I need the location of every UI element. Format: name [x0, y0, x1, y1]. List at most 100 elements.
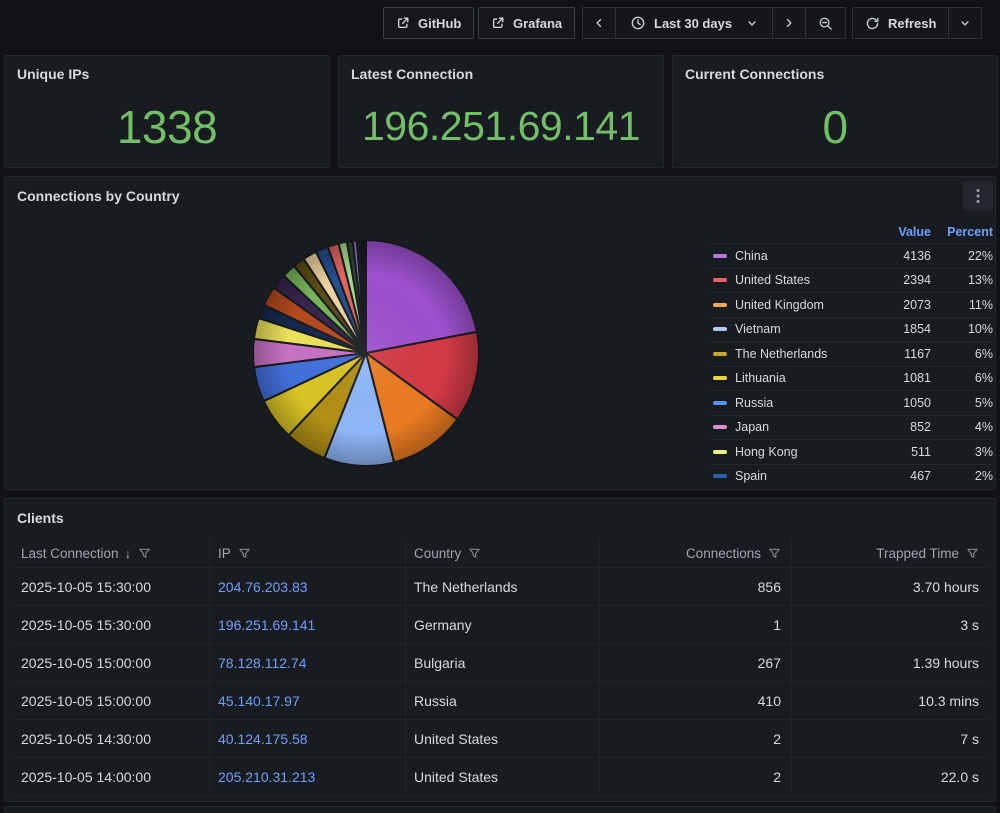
ip-link[interactable]: 204.76.203.83 [218, 579, 308, 595]
legend-label: Spain [735, 469, 873, 483]
legend-label: Hong Kong [735, 445, 873, 459]
chevron-left-icon [593, 17, 605, 29]
time-shift-back-button[interactable] [583, 8, 615, 38]
column-header-ip[interactable]: IP [209, 539, 405, 567]
cell-connections: 410 [599, 681, 791, 719]
legend-swatch [713, 450, 727, 454]
legend-percent: 2% [931, 469, 993, 483]
legend-label: Russia [735, 396, 873, 410]
legend-label: Vietnam [735, 322, 873, 336]
cell-connections: 2 [599, 719, 791, 757]
legend-percent-header[interactable]: Percent [931, 225, 993, 239]
chevron-down-icon [959, 17, 971, 29]
cell-last-connection: 2025-10-05 15:30:00 [13, 567, 209, 605]
ip-link[interactable]: 196.251.69.141 [218, 617, 315, 633]
connections-by-country-panel: Connections by Country Value Percent Chi… [4, 176, 996, 490]
filter-icon[interactable] [768, 547, 781, 560]
cell-country: Germany [405, 605, 599, 643]
pie-slice [365, 240, 366, 353]
legend-row[interactable]: The Netherlands11676% [709, 341, 993, 366]
external-link-icon [396, 16, 410, 30]
column-header-country[interactable]: Country [405, 539, 599, 567]
pie-legend: Value Percent China413622%United States2… [709, 221, 993, 483]
panel-title[interactable]: Clients [17, 510, 64, 526]
cell-country: Russia [405, 681, 599, 719]
legend-label: The Netherlands [735, 347, 873, 361]
legend-row[interactable]: Hong Kong5113% [709, 439, 993, 464]
cell-ip: 196.251.69.141 [209, 605, 405, 643]
github-button[interactable]: GitHub [383, 7, 474, 39]
cell-last-connection: 2025-10-05 15:00:00 [13, 643, 209, 681]
refresh-picker: Refresh [852, 7, 982, 39]
column-header-connections[interactable]: Connections [599, 539, 791, 567]
legend-swatch [713, 401, 727, 405]
time-range-picker: Last 30 days [582, 7, 846, 39]
legend-row[interactable]: Lithuania10816% [709, 366, 993, 391]
legend-swatch [713, 327, 727, 331]
table-row: 2025-10-05 15:30:00204.76.203.83The Neth… [13, 567, 989, 605]
time-shift-forward-button[interactable] [772, 8, 805, 38]
time-zoom-out-button[interactable] [805, 8, 845, 38]
legend-percent: 3% [931, 445, 993, 459]
stat-value: 0 [673, 92, 997, 161]
panel-title[interactable]: Current Connections [685, 66, 824, 82]
chevron-right-icon [783, 17, 795, 29]
cell-last-connection: 2025-10-05 14:00:00 [13, 757, 209, 795]
cell-trapped-time: 3.70 hours [791, 567, 989, 605]
toolbar: GitHub Grafana Last 30 days [0, 0, 1000, 47]
table-row: 2025-10-05 15:00:00 78.128.112.74 Bulgaria… [13, 643, 989, 681]
legend-label: United States [735, 273, 873, 287]
filter-icon[interactable] [468, 547, 481, 560]
ip-link[interactable]: 78.128.112.74 [218, 655, 307, 671]
cell-connections: 2 [599, 757, 791, 795]
legend-percent: 4% [931, 420, 993, 434]
ip-link[interactable]: 40.124.175.58 [218, 731, 308, 747]
legend-swatch [713, 278, 727, 282]
legend-swatch [713, 352, 727, 356]
legend-row[interactable]: United States239413% [709, 268, 993, 293]
clients-table-header: Last Connection ↓ IP Country Connection [13, 539, 989, 567]
legend-value-header[interactable]: Value [873, 225, 931, 239]
stat-panel-latest-connection: Latest Connection 196.251.69.141 [338, 55, 664, 168]
refresh-icon [865, 16, 880, 31]
cell-country: Bulgaria [405, 643, 599, 681]
legend-value: 1167 [873, 347, 931, 361]
panel-title[interactable]: Unique IPs [17, 66, 89, 82]
panel-menu-button[interactable] [963, 181, 993, 211]
legend-row[interactable]: China413622% [709, 243, 993, 268]
legend-row[interactable]: Vietnam185410% [709, 317, 993, 342]
filter-icon[interactable] [138, 547, 151, 560]
time-range-button[interactable]: Last 30 days [615, 8, 772, 38]
sort-desc-icon: ↓ [125, 546, 132, 561]
grafana-button[interactable]: Grafana [478, 7, 575, 39]
ip-link[interactable]: 45.140.17.97 [218, 693, 300, 709]
legend-row[interactable]: Spain4672% [709, 464, 993, 484]
legend-percent: 22% [931, 249, 993, 263]
filter-icon[interactable] [966, 547, 979, 560]
legend-row[interactable]: Japan8524% [709, 415, 993, 440]
column-header-trapped-time[interactable]: Trapped Time [791, 539, 989, 567]
grafana-button-label: Grafana [513, 16, 562, 31]
stat-panel-unique-ips: Unique IPs 1338 [4, 55, 330, 168]
legend-row[interactable]: United Kingdom207311% [709, 292, 993, 317]
panel-title[interactable]: Connections by Country [17, 188, 180, 204]
clock-icon [630, 15, 646, 31]
legend-label: United Kingdom [735, 298, 873, 312]
legend-percent: 6% [931, 371, 993, 385]
panel-title[interactable]: Latest Connection [351, 66, 473, 82]
stat-value: 1338 [5, 92, 329, 161]
column-header-last-connection[interactable]: Last Connection ↓ [13, 539, 209, 567]
table-row: 2025-10-05 14:00:00205.210.31.213United … [13, 757, 989, 795]
legend-percent: 13% [931, 273, 993, 287]
stat-panel-current-connections: Current Connections 0 [672, 55, 998, 168]
filter-icon[interactable] [238, 547, 251, 560]
refresh-interval-dropdown[interactable] [948, 8, 981, 38]
cell-trapped-time: 22.0 s [791, 757, 989, 795]
cell-last-connection: 2025-10-05 15:00:00 [13, 681, 209, 719]
ip-link[interactable]: 205.210.31.213 [218, 769, 315, 785]
legend-swatch [713, 376, 727, 380]
refresh-button[interactable]: Refresh [853, 8, 948, 38]
cell-last-connection: 2025-10-05 14:30:00 [13, 719, 209, 757]
cell-trapped-time: 7 s [791, 719, 989, 757]
legend-row[interactable]: Russia10505% [709, 390, 993, 415]
